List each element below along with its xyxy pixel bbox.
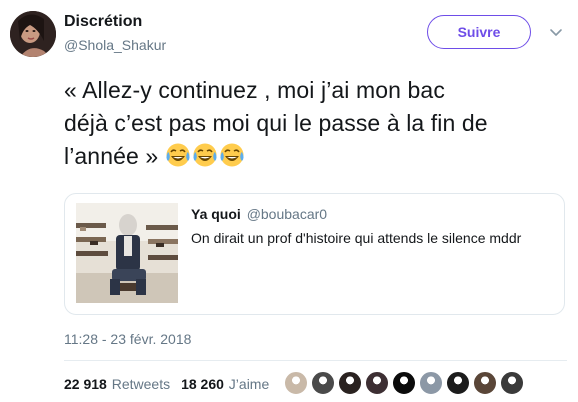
likes-label: J’aime [228, 376, 270, 392]
follow-button[interactable]: Suivre [427, 15, 531, 49]
tweet-card: Discrétion @Shola_Shakur Suivre « Allez-… [0, 0, 578, 402]
face-with-tears-of-joy-icon [192, 142, 218, 168]
quoted-tweet-image[interactable] [76, 203, 178, 303]
likes-stat[interactable]: 18 260 J’aime [181, 376, 269, 392]
retweets-stat[interactable]: 22 918 Retweets [64, 376, 170, 392]
face-with-tears-of-joy-icon [165, 142, 191, 168]
retweets-label: Retweets [111, 376, 171, 392]
divider [64, 360, 567, 361]
chevron-down-icon[interactable] [548, 24, 564, 40]
liker-avatar[interactable] [338, 371, 362, 395]
face-with-tears-of-joy-icon [219, 142, 245, 168]
quoted-tweet-handle: @boubacar0 [246, 206, 328, 222]
liker-avatar[interactable] [419, 371, 443, 395]
author-name[interactable]: Discrétion [64, 13, 142, 31]
liker-avatar[interactable] [500, 371, 524, 395]
liker-avatar[interactable] [284, 371, 308, 395]
tweet-text-segment: l’année » [64, 143, 159, 169]
tweet-text-line: « Allez-y continuez , moi j’ai mon bac [64, 77, 445, 103]
liker-avatar[interactable] [446, 371, 470, 395]
quoted-tweet-text: On dirait un prof d'histoire qui attends… [191, 230, 522, 246]
quoted-tweet-author: Ya quoi @boubacar0 [191, 206, 327, 222]
tweet-timestamp[interactable]: 11:28 - 23 févr. 2018 [64, 331, 191, 347]
quoted-tweet[interactable]: Ya quoi @boubacar0 On dirait un prof d'h… [64, 193, 565, 315]
author-handle[interactable]: @Shola_Shakur [64, 37, 166, 53]
retweets-count: 22 918 [64, 376, 107, 392]
author-avatar[interactable] [10, 11, 56, 57]
tweet-text-line: l’année » [64, 140, 569, 173]
tweet-stats: 22 918 Retweets 18 260 J’aime [64, 376, 269, 392]
liker-avatar[interactable] [473, 371, 497, 395]
tweet-text-line: déjà c’est pas moi qui le passe à la fin… [64, 110, 488, 136]
liker-avatar[interactable] [392, 371, 416, 395]
liker-avatar[interactable] [365, 371, 389, 395]
tweet-text: « Allez-y continuez , moi j’ai mon bac d… [64, 74, 569, 173]
likers-avatars [284, 371, 527, 397]
liker-avatar[interactable] [311, 371, 335, 395]
quoted-tweet-name: Ya quoi [191, 206, 241, 222]
likes-count: 18 260 [181, 376, 224, 392]
